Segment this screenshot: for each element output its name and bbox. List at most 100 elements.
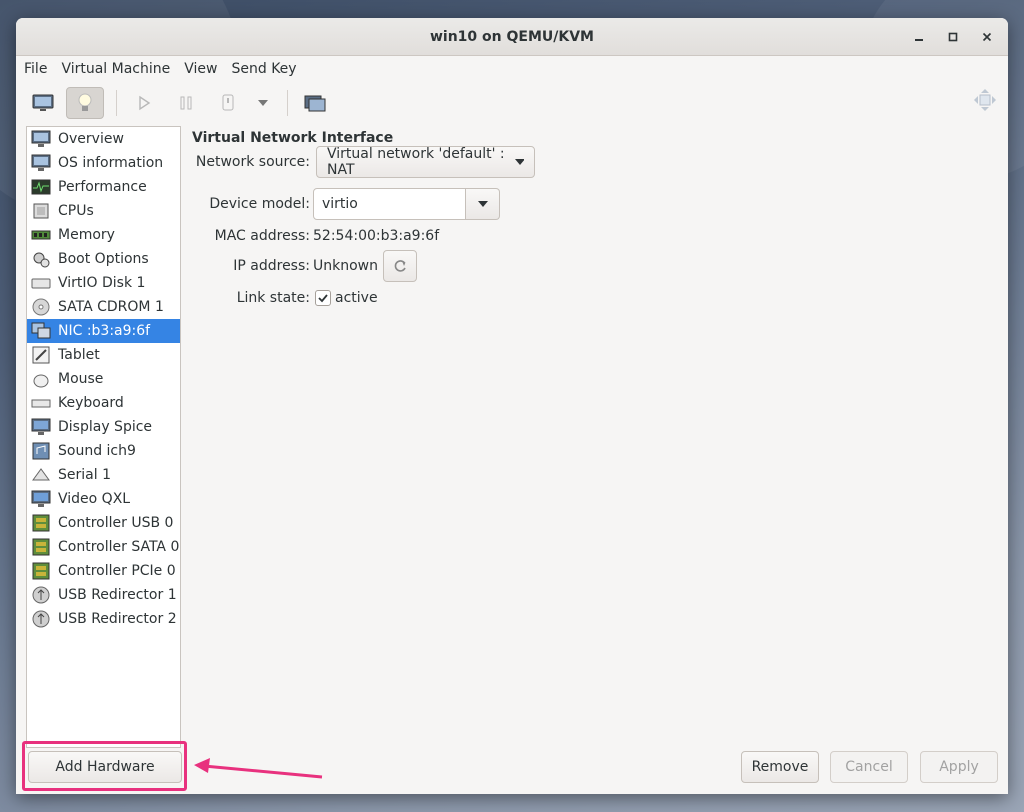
menu-bar: File Virtual Machine View Send Key	[16, 56, 1008, 82]
sidebar-item-controller-pcie-0[interactable]: Controller PCIe 0	[27, 559, 180, 583]
sidebar-item-label: Controller SATA 0	[58, 539, 180, 555]
menu-file[interactable]: File	[22, 61, 55, 77]
menu-send-key[interactable]: Send Key	[229, 61, 304, 77]
sidebar-item-label: USB Redirector 1	[58, 587, 177, 603]
cancel-button[interactable]: Cancel	[830, 751, 908, 783]
sidebar-item-label: Tablet	[58, 347, 100, 363]
nic-details-panel: Virtual Network Interface Network source…	[192, 126, 998, 748]
keyboard-icon	[30, 393, 52, 413]
toolbar-separator	[116, 90, 117, 116]
sidebar-item-label: NIC :b3:a9:6f	[58, 323, 151, 339]
sidebar-item-virtio-disk-1[interactable]: VirtIO Disk 1	[27, 271, 180, 295]
annotation-highlight-box	[22, 741, 187, 791]
screenshot-icon	[304, 95, 326, 112]
sidebar-item-label: Serial 1	[58, 467, 111, 483]
apply-button[interactable]: Apply	[920, 751, 998, 783]
section-title: Virtual Network Interface	[192, 130, 394, 146]
shutdown-menu-button[interactable]	[251, 87, 275, 119]
lightbulb-icon	[78, 93, 92, 111]
sidebar-item-display-spice[interactable]: Display Spice	[27, 415, 180, 439]
fullscreen-icon	[974, 89, 996, 111]
details-button[interactable]	[66, 87, 104, 119]
monitor-icon	[30, 153, 52, 173]
sidebar-item-tablet[interactable]: Tablet	[27, 343, 180, 367]
sidebar-item-cpus[interactable]: CPUs	[27, 199, 180, 223]
console-button[interactable]	[24, 87, 62, 119]
maximize-icon	[948, 32, 958, 42]
sidebar-item-boot-options[interactable]: Boot Options	[27, 247, 180, 271]
sidebar-item-label: Memory	[58, 227, 115, 243]
sidebar-item-os-information[interactable]: OS information	[27, 151, 180, 175]
network-source-value: Virtual network 'default' : NAT	[327, 146, 505, 178]
sidebar-item-serial-1[interactable]: Serial 1	[27, 463, 180, 487]
display-icon	[30, 417, 52, 437]
sidebar-item-mouse[interactable]: Mouse	[27, 367, 180, 391]
minimize-button[interactable]	[908, 26, 930, 48]
sidebar-item-label: Sound ich9	[58, 443, 136, 459]
sidebar-item-nic-b3-a9-6f[interactable]: NIC :b3:a9:6f	[27, 319, 180, 343]
sidebar-item-usb-redirector-1[interactable]: USB Redirector 1	[27, 583, 180, 607]
remove-button[interactable]: Remove	[741, 751, 819, 783]
refresh-ip-button[interactable]	[383, 250, 417, 282]
sidebar-item-usb-redirector-2[interactable]: USB Redirector 2	[27, 607, 180, 631]
sidebar-item-label: Mouse	[58, 371, 104, 387]
controller-icon	[30, 561, 52, 581]
chevron-down-icon	[515, 159, 524, 165]
remove-label: Remove	[751, 759, 809, 775]
refresh-icon	[394, 260, 406, 272]
close-icon	[982, 32, 992, 42]
fullscreen-button[interactable]	[972, 87, 998, 117]
sidebar-item-label: OS information	[58, 155, 164, 171]
ip-address-value: Unknown	[313, 258, 378, 274]
sidebar-item-memory[interactable]: Memory	[27, 223, 180, 247]
maximize-button[interactable]	[942, 26, 964, 48]
sidebar-item-label: Display Spice	[58, 419, 153, 435]
usb-icon	[30, 585, 52, 605]
pause-button[interactable]	[167, 87, 205, 119]
link-state-checkbox[interactable]	[315, 290, 331, 306]
disk-icon	[30, 273, 52, 293]
mac-address-value: 52:54:00:b3:a9:6f	[313, 228, 440, 244]
serial-icon	[30, 465, 52, 485]
close-button[interactable]	[976, 26, 998, 48]
tablet-icon	[30, 345, 52, 365]
checkmark-icon	[318, 294, 328, 303]
title-bar[interactable]: win10 on QEMU/KVM	[16, 18, 1008, 56]
device-model-input[interactable]: virtio	[313, 188, 466, 220]
cdrom-icon	[30, 297, 52, 317]
screenshot-button[interactable]	[296, 87, 334, 119]
window-title: win10 on QEMU/KVM	[429, 28, 594, 45]
sidebar-item-keyboard[interactable]: Keyboard	[27, 391, 180, 415]
sidebar-item-label: Boot Options	[58, 251, 149, 267]
menu-virtual-machine[interactable]: Virtual Machine	[59, 61, 178, 77]
network-source-dropdown[interactable]: Virtual network 'default' : NAT	[316, 146, 535, 178]
video-icon	[30, 489, 52, 509]
sidebar-item-controller-usb-0[interactable]: Controller USB 0	[27, 511, 180, 535]
sidebar-item-performance[interactable]: Performance	[27, 175, 180, 199]
sidebar-item-controller-sata-0[interactable]: Controller SATA 0	[27, 535, 180, 559]
hardware-list[interactable]: Overview OS information Performance CPUs Mem…	[26, 126, 181, 748]
device-model-dropdown-button[interactable]	[466, 188, 500, 220]
device-model-label: Device model:	[209, 196, 310, 212]
menu-view[interactable]: View	[182, 61, 225, 77]
link-state-label: Link state:	[236, 290, 310, 306]
pause-icon	[180, 96, 192, 110]
sidebar-item-label: Performance	[58, 179, 147, 195]
shutdown-button[interactable]	[209, 87, 247, 119]
run-button[interactable]	[125, 87, 163, 119]
sidebar-item-overview[interactable]: Overview	[27, 127, 180, 151]
sidebar-item-label: Keyboard	[58, 395, 124, 411]
cpu-icon	[30, 201, 52, 221]
controller-icon	[30, 513, 52, 533]
cancel-label: Cancel	[845, 759, 893, 775]
sidebar-item-label: USB Redirector 2	[58, 611, 177, 627]
sidebar-item-video-qxl[interactable]: Video QXL	[27, 487, 180, 511]
toolbar-separator	[287, 90, 288, 116]
sidebar-item-sata-cdrom-1[interactable]: SATA CDROM 1	[27, 295, 180, 319]
nic-icon	[30, 321, 52, 341]
vm-window: win10 on QEMU/KVM File Virtual Machine V…	[16, 18, 1008, 794]
memory-icon	[30, 225, 52, 245]
sidebar-item-label: SATA CDROM 1	[58, 299, 164, 315]
sidebar-item-sound-ich9[interactable]: Sound ich9	[27, 439, 180, 463]
minimize-icon	[915, 39, 923, 41]
